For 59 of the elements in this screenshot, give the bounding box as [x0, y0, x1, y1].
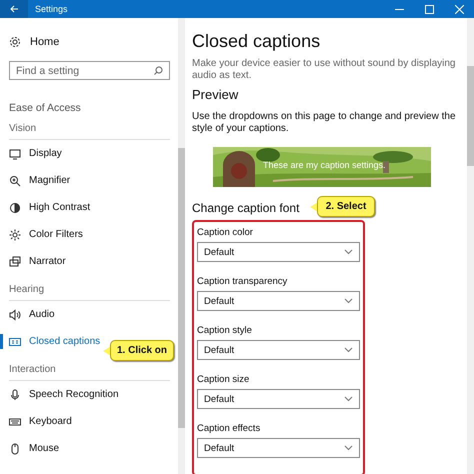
caption-preview-text: These are my caption settings.	[263, 160, 386, 170]
minimize-icon	[394, 8, 404, 10]
description-text: Make your device easier to use without sound by displaying audio as text.	[192, 58, 456, 82]
group-heading: Interaction	[9, 364, 170, 381]
chevron-down-icon	[344, 445, 353, 451]
dropdown[interactable]: Default	[197, 340, 360, 360]
back-arrow-icon	[10, 5, 18, 13]
dropdown[interactable]: Default	[197, 389, 360, 409]
sidebar-item[interactable]: Narrator	[0, 248, 68, 275]
callout-label: 1. Click on	[103, 339, 174, 362]
section-heading: Ease of Access	[9, 102, 82, 114]
sidebar-item[interactable]: Closed captions	[0, 328, 102, 355]
dropdown-label: Caption style	[197, 325, 253, 336]
window-title: Settings	[35, 4, 69, 14]
keyboard-icon	[9, 416, 21, 428]
dropdown[interactable]: Default	[197, 291, 360, 311]
zoom-icon	[9, 174, 21, 186]
dropdown[interactable]: Default	[197, 242, 360, 262]
dropdown-label: Caption size	[197, 374, 250, 385]
home-link[interactable]: Home	[9, 35, 170, 49]
captions-icon	[9, 336, 21, 348]
callout-label: 2. Select	[310, 195, 375, 218]
chevron-down-icon	[344, 298, 353, 304]
group-heading: Hearing	[9, 284, 170, 301]
close-icon	[454, 4, 464, 14]
sidebar-item[interactable]: Mouse	[0, 435, 62, 462]
sidebar-item[interactable]: Color Filters	[0, 221, 85, 248]
speaker-icon	[9, 308, 21, 320]
section-heading: Preview	[192, 87, 240, 102]
sidebar-item[interactable]: Audio	[0, 301, 57, 328]
contrast-icon	[9, 202, 21, 214]
dropdown-label: Caption effects	[197, 423, 262, 434]
gear-icon	[9, 36, 21, 48]
microphone-icon	[9, 388, 21, 400]
search-field[interactable]: Find a setting	[9, 61, 170, 80]
narrator-icon	[9, 256, 21, 268]
sidebar-item[interactable]: Keyboard	[0, 408, 74, 435]
scrollbar[interactable]	[178, 18, 185, 474]
sidebar-item[interactable]: Magnifier	[0, 167, 72, 194]
sun-icon	[9, 228, 21, 240]
group-heading: Vision	[9, 123, 170, 140]
mouse-icon	[9, 442, 21, 454]
page-title: Closed captions	[192, 31, 322, 52]
chevron-down-icon	[344, 347, 353, 353]
chevron-down-icon	[344, 396, 353, 402]
back-button[interactable]	[0, 0, 28, 18]
dropdown[interactable]: Default	[197, 438, 360, 458]
dropdown-label: Caption color	[197, 227, 254, 238]
scrollbar[interactable]	[467, 18, 474, 474]
chevron-down-icon	[344, 249, 353, 255]
dropdown-label: Caption transparency	[197, 276, 288, 287]
monitor-icon	[9, 148, 21, 160]
sidebar-item[interactable]: Display	[0, 140, 64, 167]
sidebar-item[interactable]: Speech Recognition	[0, 381, 121, 408]
section-heading: Change caption font	[192, 201, 300, 215]
sidebar-item[interactable]: High Contrast	[0, 194, 92, 221]
instruction-text: Use the dropdowns on this page to change and preview the style of your captions.	[192, 111, 457, 135]
search-icon	[154, 66, 163, 75]
maximize-icon	[424, 4, 434, 14]
